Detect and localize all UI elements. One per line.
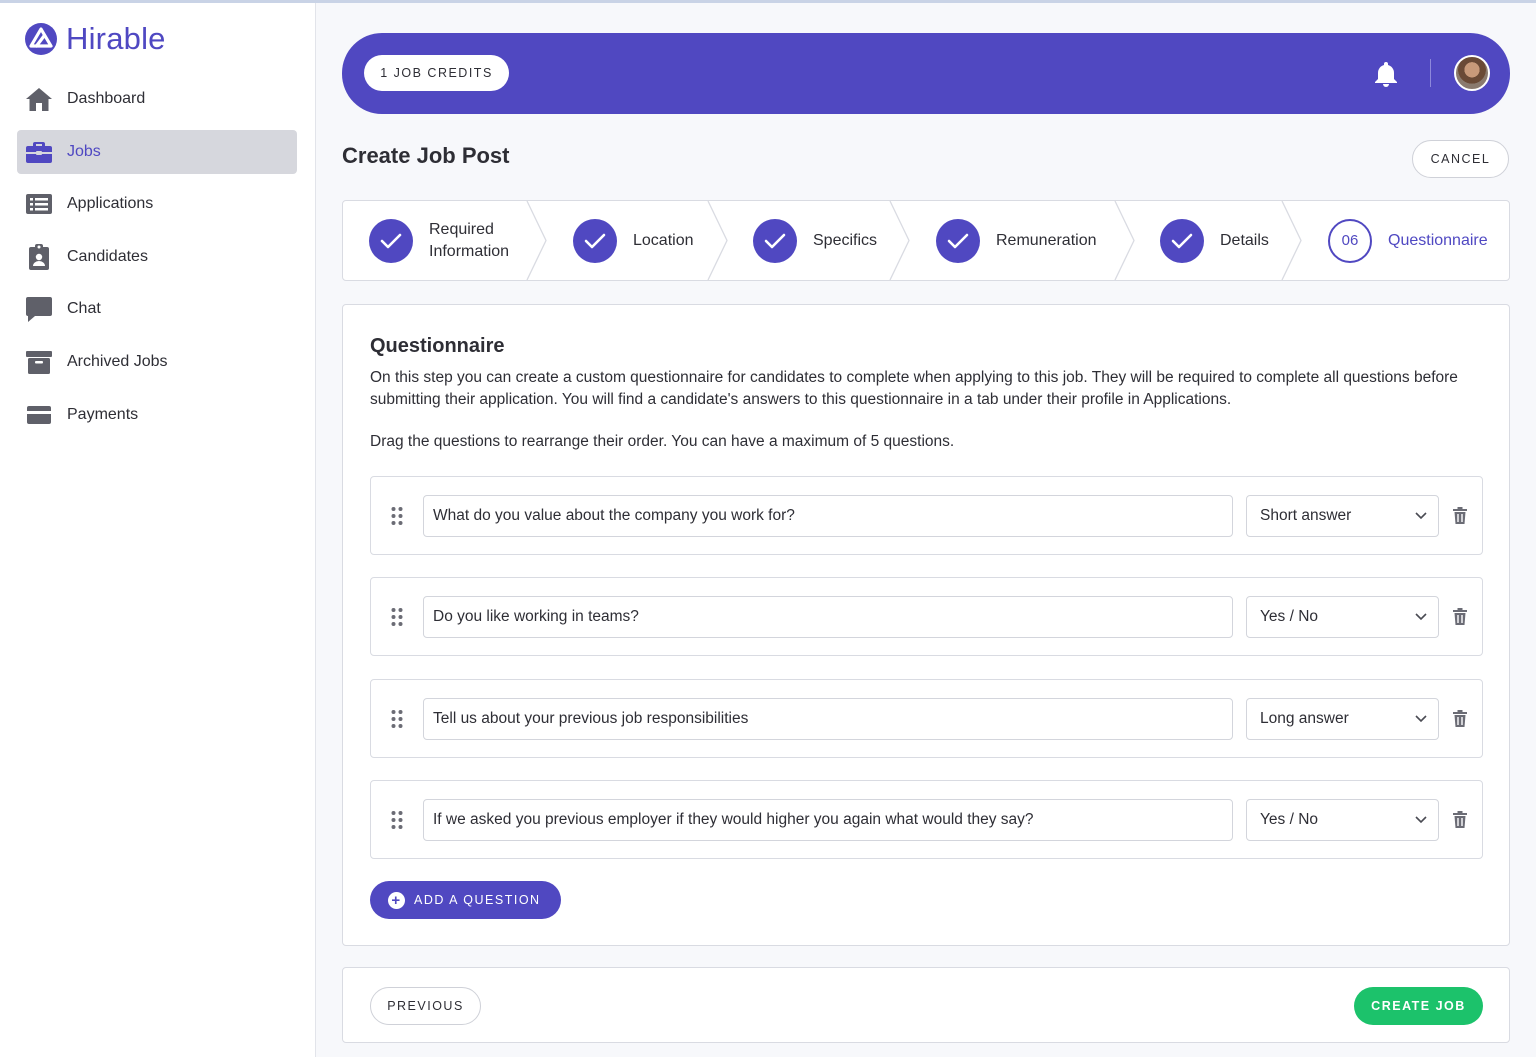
answer-type-select[interactable]: Yes / No — [1246, 799, 1439, 841]
step-complete-check-icon — [369, 218, 413, 263]
question-row[interactable]: Short answer — [370, 476, 1483, 555]
step-separator-chevron — [1114, 201, 1135, 280]
step-location[interactable]: Location — [573, 201, 694, 280]
answer-type-value: Yes / No — [1260, 811, 1319, 828]
sidebar-item-label: Payments — [67, 405, 139, 423]
chevron-down-icon — [1415, 613, 1427, 621]
credit-card-icon — [25, 401, 53, 429]
question-text-input[interactable] — [423, 698, 1233, 740]
step-required-information[interactable]: Required Information — [369, 201, 509, 280]
job-post-stepper: Required Information Location Specifics … — [342, 200, 1510, 281]
sidebar-item-jobs[interactable]: Jobs — [17, 129, 297, 174]
brand-name: Hirable — [66, 21, 166, 56]
chat-bubble-icon — [25, 295, 53, 323]
add-question-button[interactable]: + ADD A QUESTION — [370, 881, 561, 919]
user-avatar[interactable] — [1454, 55, 1490, 91]
step-separator-chevron — [1281, 201, 1302, 280]
step-separator-chevron — [707, 201, 728, 280]
sidebar: Hirable Dashboard Jobs Applications Cand… — [0, 3, 316, 1057]
step-questionnaire[interactable]: 06 Questionnaire — [1328, 201, 1488, 280]
section-instructions: Drag the questions to rearrange their or… — [370, 433, 955, 450]
section-description: On this step you can create a custom que… — [370, 369, 1458, 408]
sidebar-item-label: Candidates — [67, 247, 148, 265]
sidebar-item-archived-jobs[interactable]: Archived Jobs — [17, 340, 297, 384]
step-complete-check-icon — [1160, 218, 1204, 263]
step-label-line: Information — [429, 242, 510, 260]
sidebar-item-candidates[interactable]: Candidates — [17, 235, 297, 279]
step-details[interactable]: Details — [1160, 201, 1269, 280]
chevron-down-icon — [1415, 816, 1427, 824]
question-row[interactable]: Yes / No — [370, 577, 1483, 656]
drag-handle-icon[interactable] — [390, 810, 404, 830]
hirable-logo-icon — [25, 23, 57, 55]
questionnaire-card: Questionnaire On this step you can creat… — [342, 304, 1510, 946]
bell-icon[interactable] — [1372, 59, 1400, 89]
sidebar-item-label: Jobs — [67, 142, 101, 160]
question-text-input[interactable] — [423, 495, 1233, 537]
step-label: Required Information — [429, 219, 509, 263]
add-question-label: ADD A QUESTION — [414, 893, 541, 907]
answer-type-select[interactable]: Long answer — [1246, 698, 1439, 740]
plus-circle-icon: + — [388, 891, 405, 909]
sidebar-item-payments[interactable]: Payments — [17, 393, 297, 437]
trash-icon[interactable] — [1452, 810, 1468, 829]
step-label: Remuneration — [996, 231, 1097, 249]
sidebar-item-label: Chat — [67, 300, 101, 318]
question-text-input[interactable] — [423, 799, 1233, 841]
top-header: 1 JOB CREDITS — [342, 33, 1510, 114]
job-credits-badge[interactable]: 1 JOB CREDITS — [364, 55, 509, 91]
step-remuneration[interactable]: Remuneration — [936, 201, 1097, 280]
chevron-down-icon — [1415, 715, 1427, 723]
sidebar-item-applications[interactable]: Applications — [17, 182, 297, 226]
drag-handle-icon[interactable] — [390, 709, 404, 729]
step-separator-chevron — [889, 201, 910, 280]
answer-type-value: Long answer — [1260, 710, 1349, 727]
step-complete-check-icon — [936, 218, 980, 263]
sidebar-item-label: Applications — [67, 195, 154, 213]
answer-type-select[interactable]: Yes / No — [1246, 596, 1439, 638]
question-text-input[interactable] — [423, 596, 1233, 638]
clipboard-user-icon — [25, 243, 53, 271]
previous-button[interactable]: PREVIOUS — [370, 987, 481, 1025]
section-title: Questionnaire — [370, 335, 505, 357]
answer-type-value: Short answer — [1260, 507, 1352, 524]
sidebar-item-dashboard[interactable]: Dashboard — [17, 77, 297, 121]
sidebar-item-label: Dashboard — [67, 90, 146, 107]
brand[interactable]: Hirable — [24, 21, 166, 57]
question-row[interactable]: Yes / No — [370, 780, 1483, 859]
page-title: Create Job Post — [342, 143, 510, 168]
home-icon — [25, 85, 53, 113]
step-complete-check-icon — [573, 218, 617, 263]
form-footer: PREVIOUS CREATE JOB — [342, 967, 1510, 1043]
trash-icon[interactable] — [1452, 709, 1468, 728]
archive-box-icon — [25, 348, 53, 376]
sidebar-nav: Dashboard Jobs Applications Candidates C… — [17, 77, 297, 445]
step-label: Specifics — [813, 231, 878, 249]
cancel-button[interactable]: CANCEL — [1412, 140, 1509, 178]
answer-type-select[interactable]: Short answer — [1246, 495, 1439, 537]
drag-handle-icon[interactable] — [390, 506, 404, 526]
answer-type-value: Yes / No — [1260, 608, 1319, 625]
step-number: 06 — [1328, 218, 1372, 263]
step-separator-chevron — [526, 201, 547, 280]
chevron-down-icon — [1415, 512, 1427, 520]
step-label-line: Required — [429, 220, 494, 238]
step-label: Location — [633, 231, 694, 249]
trash-icon[interactable] — [1452, 506, 1468, 525]
header-divider — [1430, 59, 1431, 87]
trash-icon[interactable] — [1452, 607, 1468, 626]
step-label: Details — [1220, 231, 1269, 249]
sidebar-item-chat[interactable]: Chat — [17, 287, 297, 331]
step-complete-check-icon — [753, 218, 797, 263]
sidebar-item-label: Archived Jobs — [67, 352, 168, 370]
create-job-button[interactable]: CREATE JOB — [1354, 987, 1483, 1025]
step-specifics[interactable]: Specifics — [753, 201, 877, 280]
briefcase-icon — [25, 138, 53, 166]
question-row[interactable]: Long answer — [370, 679, 1483, 758]
drag-handle-icon[interactable] — [390, 607, 404, 627]
step-label: Questionnaire — [1388, 231, 1488, 249]
list-icon — [25, 190, 53, 218]
